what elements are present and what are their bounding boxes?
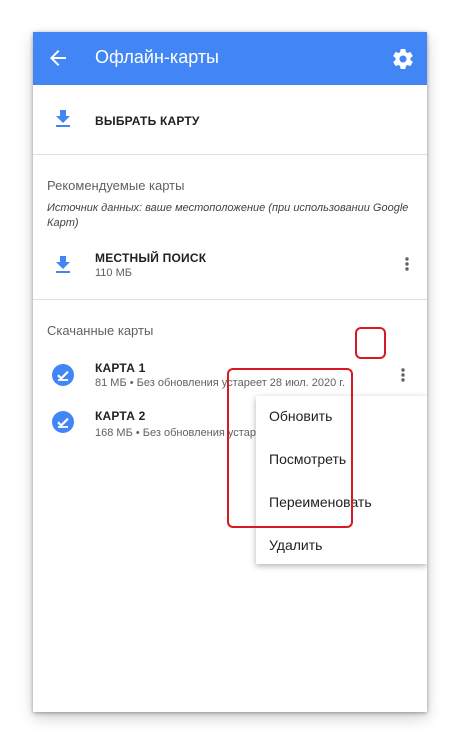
- download-icon: [56, 256, 70, 273]
- arrow-back-icon[interactable]: [46, 46, 70, 70]
- highlight-frame-more-button: [355, 327, 386, 359]
- select-map-label: ВЫБРАТЬ КАРТУ: [95, 114, 200, 128]
- recommended-note: Источник данных: ваше местоположение (пр…: [47, 202, 409, 229]
- menu-item-delete[interactable]: Удалить: [269, 537, 322, 553]
- downloaded-header: Скачанные карты: [47, 323, 154, 338]
- highlight-frame-menu: [227, 368, 353, 528]
- download-icon: [56, 110, 70, 127]
- local-search-title: МЕСТНЫЙ ПОИСК: [95, 251, 207, 265]
- select-map-row[interactable]: ВЫБРАТЬ КАРТУ: [33, 85, 427, 155]
- map-2-title: КАРТА 2: [95, 409, 146, 423]
- app-bar: Офлайн-карты: [33, 32, 427, 85]
- map-1-title: КАРТА 1: [95, 361, 146, 375]
- recommended-header: Рекомендуемые карты: [47, 178, 185, 193]
- gear-icon[interactable]: [391, 47, 415, 71]
- more-vert-icon[interactable]: [395, 365, 411, 385]
- local-search-size: 110 МБ: [95, 267, 132, 279]
- divider: [33, 154, 427, 155]
- more-vert-icon[interactable]: [399, 254, 415, 274]
- check-circle-icon: [52, 411, 74, 433]
- page-title: Офлайн-карты: [95, 47, 219, 67]
- divider: [33, 299, 427, 300]
- check-circle-icon: [52, 364, 74, 386]
